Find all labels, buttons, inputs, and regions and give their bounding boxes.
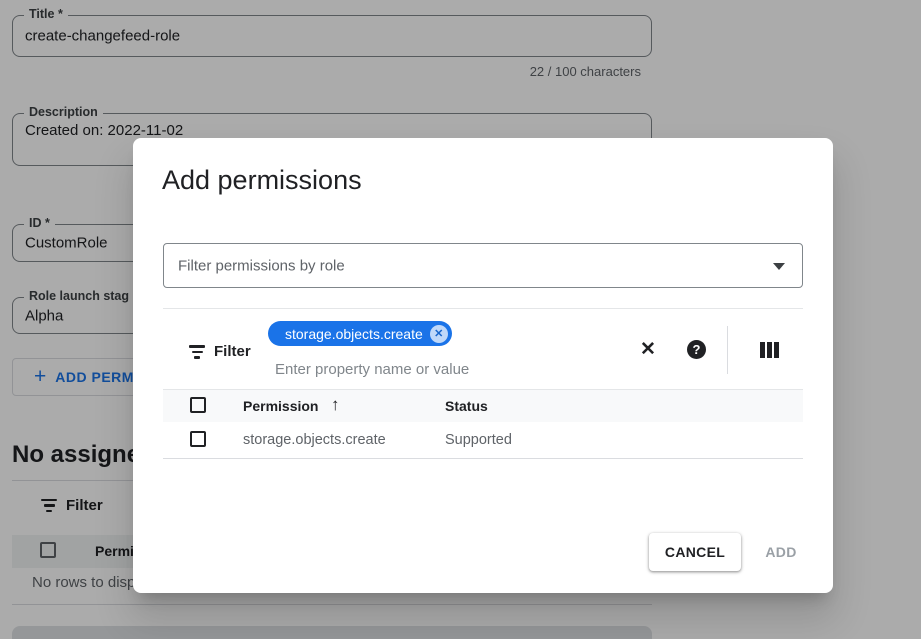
- add-permissions-dialog: Add permissions Filter permissions by ro…: [133, 138, 833, 593]
- filter-label: Filter: [214, 343, 251, 360]
- permissions-filter-toolbar: Filter storage.objects.create Enter prop…: [163, 308, 803, 389]
- permissions-table: Permission ↑ Status storage.objects.crea…: [163, 389, 803, 459]
- status-column-header[interactable]: Status: [445, 398, 488, 414]
- close-circle-icon[interactable]: [430, 325, 448, 343]
- chevron-down-icon: [773, 263, 785, 270]
- cancel-button[interactable]: CANCEL: [649, 533, 741, 571]
- permission-column-header[interactable]: Permission: [243, 398, 318, 414]
- filter-chip-text: storage.objects.create: [285, 326, 423, 342]
- row-checkbox[interactable]: [190, 431, 206, 447]
- select-all-checkbox[interactable]: [190, 397, 206, 413]
- add-button[interactable]: ADD: [751, 533, 811, 571]
- role-filter-dropdown[interactable]: Filter permissions by role: [163, 243, 803, 288]
- close-icon[interactable]: [637, 338, 659, 360]
- arrow-up-icon[interactable]: ↑: [331, 395, 340, 415]
- permissions-table-header: Permission ↑ Status: [163, 389, 803, 422]
- filter-input-placeholder[interactable]: Enter property name or value: [275, 361, 469, 378]
- column-display-icon[interactable]: [760, 342, 779, 358]
- table-row: storage.objects.create Supported: [163, 422, 803, 459]
- create-role-screen: Title * create-changefeed-role 22 / 100 …: [0, 0, 921, 639]
- dialog-title: Add permissions: [162, 162, 362, 198]
- row-status: Supported: [445, 432, 512, 448]
- filter-chip[interactable]: storage.objects.create: [268, 321, 452, 346]
- filter-icon: [188, 345, 206, 359]
- help-icon[interactable]: [687, 340, 706, 359]
- toolbar-divider: [727, 326, 728, 374]
- row-permission: storage.objects.create: [243, 432, 386, 448]
- role-filter-placeholder: Filter permissions by role: [178, 257, 345, 274]
